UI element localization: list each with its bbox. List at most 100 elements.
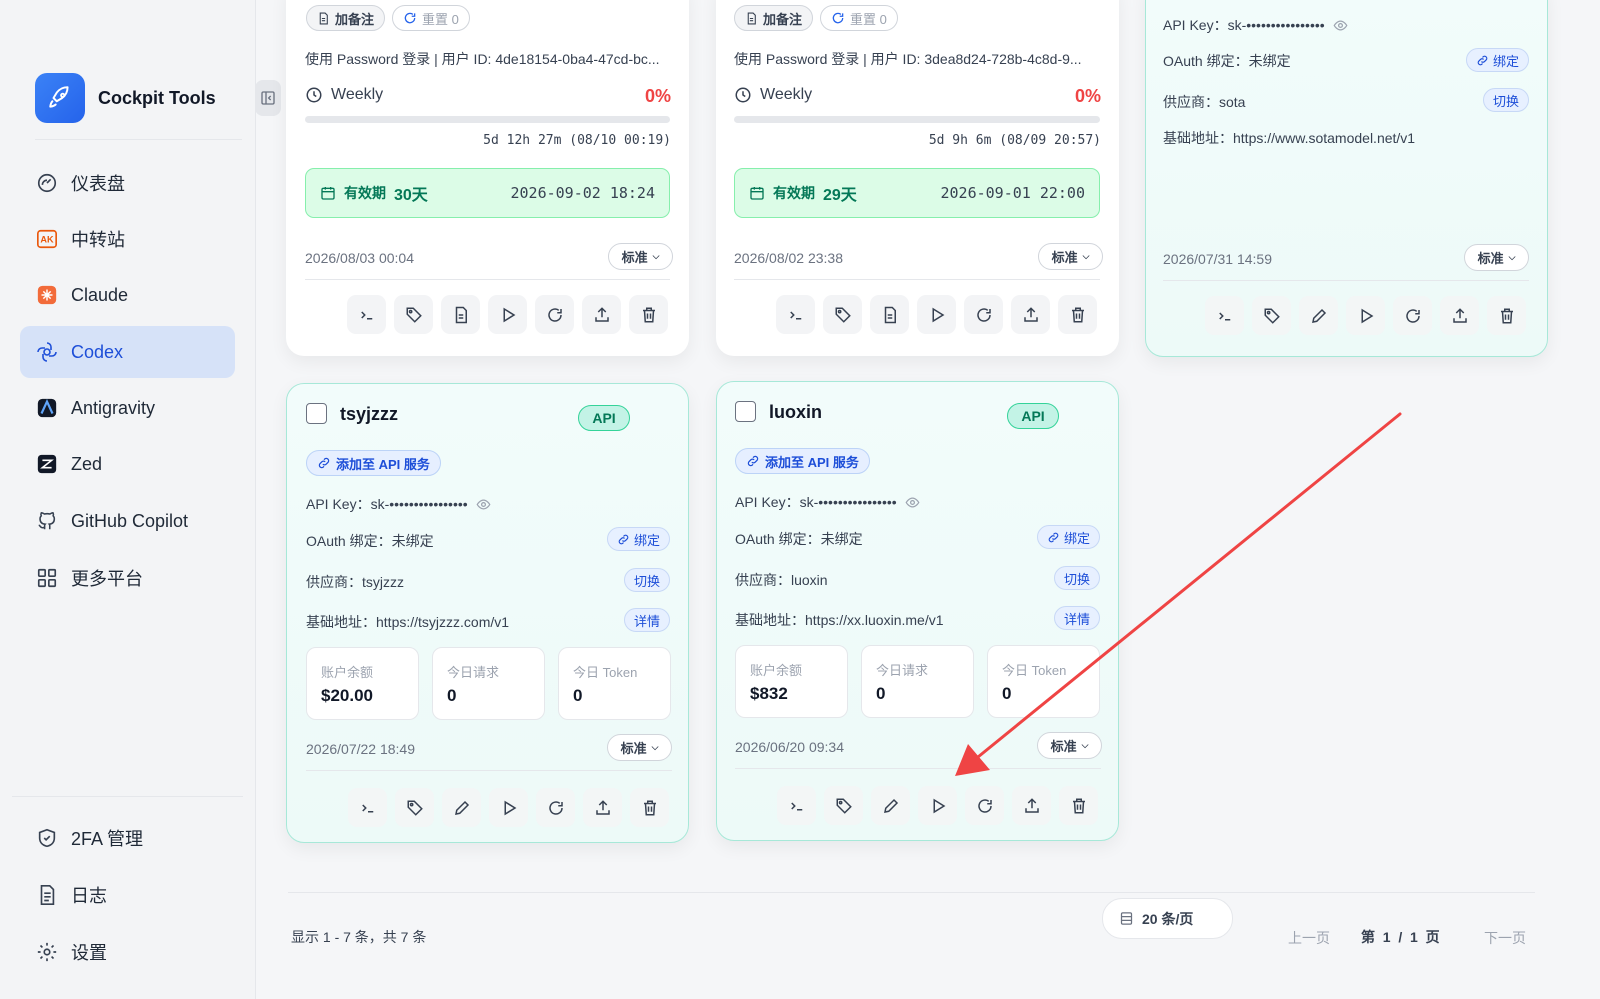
bind-button[interactable]: 绑定 xyxy=(606,527,670,551)
add-to-api-service-button[interactable]: 添加至 API 服务 xyxy=(735,448,870,474)
export-button[interactable] xyxy=(1011,295,1050,334)
nav-relay[interactable]: AK 中转站 xyxy=(20,213,235,265)
switch-button[interactable]: 切换 xyxy=(1053,566,1100,590)
edit-button[interactable] xyxy=(442,788,481,827)
tier-dropdown[interactable]: 标准 ⌵ xyxy=(1038,243,1103,270)
prev-page-button[interactable]: 上一页 xyxy=(1288,928,1330,948)
token-label: 今日 Token xyxy=(1002,663,1067,678)
refresh-button[interactable] xyxy=(964,295,1003,334)
nav-label: 2FA 管理 xyxy=(71,829,144,849)
token-stat: 今日 Token 0 xyxy=(558,647,671,720)
export-button[interactable] xyxy=(582,295,621,334)
terminal-button[interactable] xyxy=(776,295,815,334)
add-note-button[interactable]: 加备注 xyxy=(306,5,386,31)
balance-label: 账户余额 xyxy=(321,665,374,680)
switch-button[interactable]: 切换 xyxy=(623,568,670,592)
trash-icon xyxy=(642,307,655,322)
eye-icon[interactable] xyxy=(1333,18,1348,33)
add-note-button[interactable]: 加备注 xyxy=(734,5,814,31)
per-page-select[interactable]: 20 条/页 xyxy=(1102,898,1233,939)
edit-button[interactable] xyxy=(871,786,910,825)
api-badge: API xyxy=(578,405,630,431)
refresh-button[interactable] xyxy=(536,788,575,827)
tag-icon xyxy=(407,800,423,816)
detail-label: 详情 xyxy=(1063,611,1090,627)
next-page-button[interactable]: 下一页 xyxy=(1484,928,1526,948)
refresh-button[interactable] xyxy=(535,295,574,334)
clock-icon xyxy=(735,87,751,103)
tier-dropdown[interactable]: 标准 ⌵ xyxy=(1037,732,1102,759)
select-checkbox[interactable] xyxy=(735,401,756,422)
reset-time: 5d 12h 27m (08/10 00:19) xyxy=(483,133,671,148)
eye-icon[interactable] xyxy=(476,497,491,512)
nav-github-copilot[interactable]: GitHub Copilot xyxy=(20,495,235,547)
nav-zed[interactable]: Zed xyxy=(20,438,235,490)
delete-button[interactable] xyxy=(630,788,669,827)
tier-dropdown[interactable]: 标准 ⌵ xyxy=(607,734,672,761)
reset-button[interactable]: 重置 0 xyxy=(820,5,898,31)
nav-more-platforms[interactable]: 更多平台 xyxy=(20,552,235,604)
api-key-text: API Key：sk-•••••••••••••••• xyxy=(1163,17,1325,33)
tag-button[interactable] xyxy=(823,295,862,334)
terminal-button[interactable] xyxy=(1205,296,1244,335)
detail-button[interactable]: 详情 xyxy=(623,608,670,632)
note-icon xyxy=(319,12,328,24)
tag-button[interactable] xyxy=(1252,296,1291,335)
base-url: 基础地址：https://www.sotamodel.net/v1 xyxy=(1163,130,1416,146)
delete-button[interactable] xyxy=(1487,296,1526,335)
nav-claude[interactable]: Claude xyxy=(20,269,235,321)
refresh-button[interactable] xyxy=(965,786,1004,825)
play-button[interactable] xyxy=(1346,296,1385,335)
play-button[interactable] xyxy=(489,788,528,827)
nav-settings[interactable]: 设置 xyxy=(20,926,235,978)
tier-dropdown[interactable]: 标准 ⌵ xyxy=(1464,244,1529,271)
terminal-button[interactable] xyxy=(348,788,387,827)
nav-antigravity[interactable]: Antigravity xyxy=(20,382,235,434)
delete-button[interactable] xyxy=(629,295,668,334)
tag-button[interactable] xyxy=(824,786,863,825)
login-info: 使用 Password 登录 | 用户 ID: 4de18154-0ba4-47… xyxy=(305,51,660,67)
trash-icon xyxy=(1500,308,1513,323)
refresh-icon xyxy=(976,307,991,322)
reset-button[interactable]: 重置 0 xyxy=(392,5,470,31)
footer-divider xyxy=(288,892,1535,893)
export-button[interactable] xyxy=(1012,786,1051,825)
delete-button[interactable] xyxy=(1058,295,1097,334)
delete-button[interactable] xyxy=(1059,786,1098,825)
nav-logs[interactable]: 日志 xyxy=(20,869,235,921)
bind-button[interactable]: 绑定 xyxy=(1036,525,1100,549)
details-button[interactable] xyxy=(870,295,909,334)
nav-dashboard[interactable]: 仪表盘 xyxy=(20,157,235,209)
quota-progress-bar xyxy=(305,116,670,123)
base-url: 基础地址：https://xx.luoxin.me/v1 xyxy=(735,612,944,628)
export-button[interactable] xyxy=(1440,296,1479,335)
divider xyxy=(305,279,670,280)
divider xyxy=(1163,280,1529,281)
document-icon xyxy=(884,306,896,323)
nav-2fa[interactable]: 2FA 管理 xyxy=(20,812,235,864)
terminal-button[interactable] xyxy=(777,786,816,825)
bind-button[interactable]: 绑定 xyxy=(1465,48,1529,72)
play-button[interactable] xyxy=(917,295,956,334)
add-to-api-service-button[interactable]: 添加至 API 服务 xyxy=(306,450,441,476)
calendar-icon xyxy=(750,187,764,200)
nav-codex[interactable]: Codex xyxy=(20,326,235,378)
play-button[interactable] xyxy=(918,786,957,825)
collapse-sidebar-button[interactable] xyxy=(255,80,281,116)
tier-dropdown[interactable]: 标准 ⌵ xyxy=(608,243,673,270)
tag-button[interactable] xyxy=(394,295,433,334)
detail-button[interactable]: 详情 xyxy=(1053,606,1100,630)
tag-button[interactable] xyxy=(395,788,434,827)
card-actions xyxy=(347,295,668,334)
edit-button[interactable] xyxy=(1299,296,1338,335)
switch-button[interactable]: 切换 xyxy=(1482,88,1529,112)
tier-label: 标准 xyxy=(621,250,648,265)
refresh-button[interactable] xyxy=(1393,296,1432,335)
terminal-button[interactable] xyxy=(347,295,386,334)
svg-text:AK: AK xyxy=(40,235,54,245)
eye-icon[interactable] xyxy=(905,495,920,510)
select-checkbox[interactable] xyxy=(306,403,327,424)
export-button[interactable] xyxy=(583,788,622,827)
details-button[interactable] xyxy=(441,295,480,334)
play-button[interactable] xyxy=(488,295,527,334)
